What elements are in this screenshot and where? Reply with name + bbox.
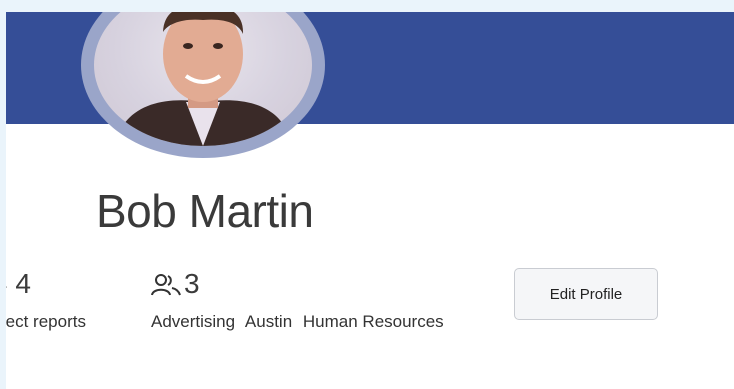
direct-reports-stat[interactable]: ‐4 xyxy=(6,268,31,300)
tag-item[interactable]: Human Resources xyxy=(303,312,444,331)
profile-tags: Advertising Austin Human Resources xyxy=(151,312,450,332)
profile-card: Bob Martin ‐4 3 rect reports Advertising… xyxy=(6,12,734,389)
tag-item[interactable]: Austin xyxy=(245,312,292,331)
direct-reports-count: 4 xyxy=(15,268,31,299)
org-chart-icon: ‐ xyxy=(6,273,7,298)
tag-item[interactable]: Advertising xyxy=(151,312,235,331)
profile-name: Bob Martin xyxy=(96,185,314,237)
members-count: 3 xyxy=(184,268,200,299)
edit-profile-button[interactable]: Edit Profile xyxy=(514,268,658,320)
members-stat[interactable]: 3 xyxy=(150,268,200,302)
people-icon xyxy=(150,273,182,302)
direct-reports-label: rect reports xyxy=(6,312,86,331)
